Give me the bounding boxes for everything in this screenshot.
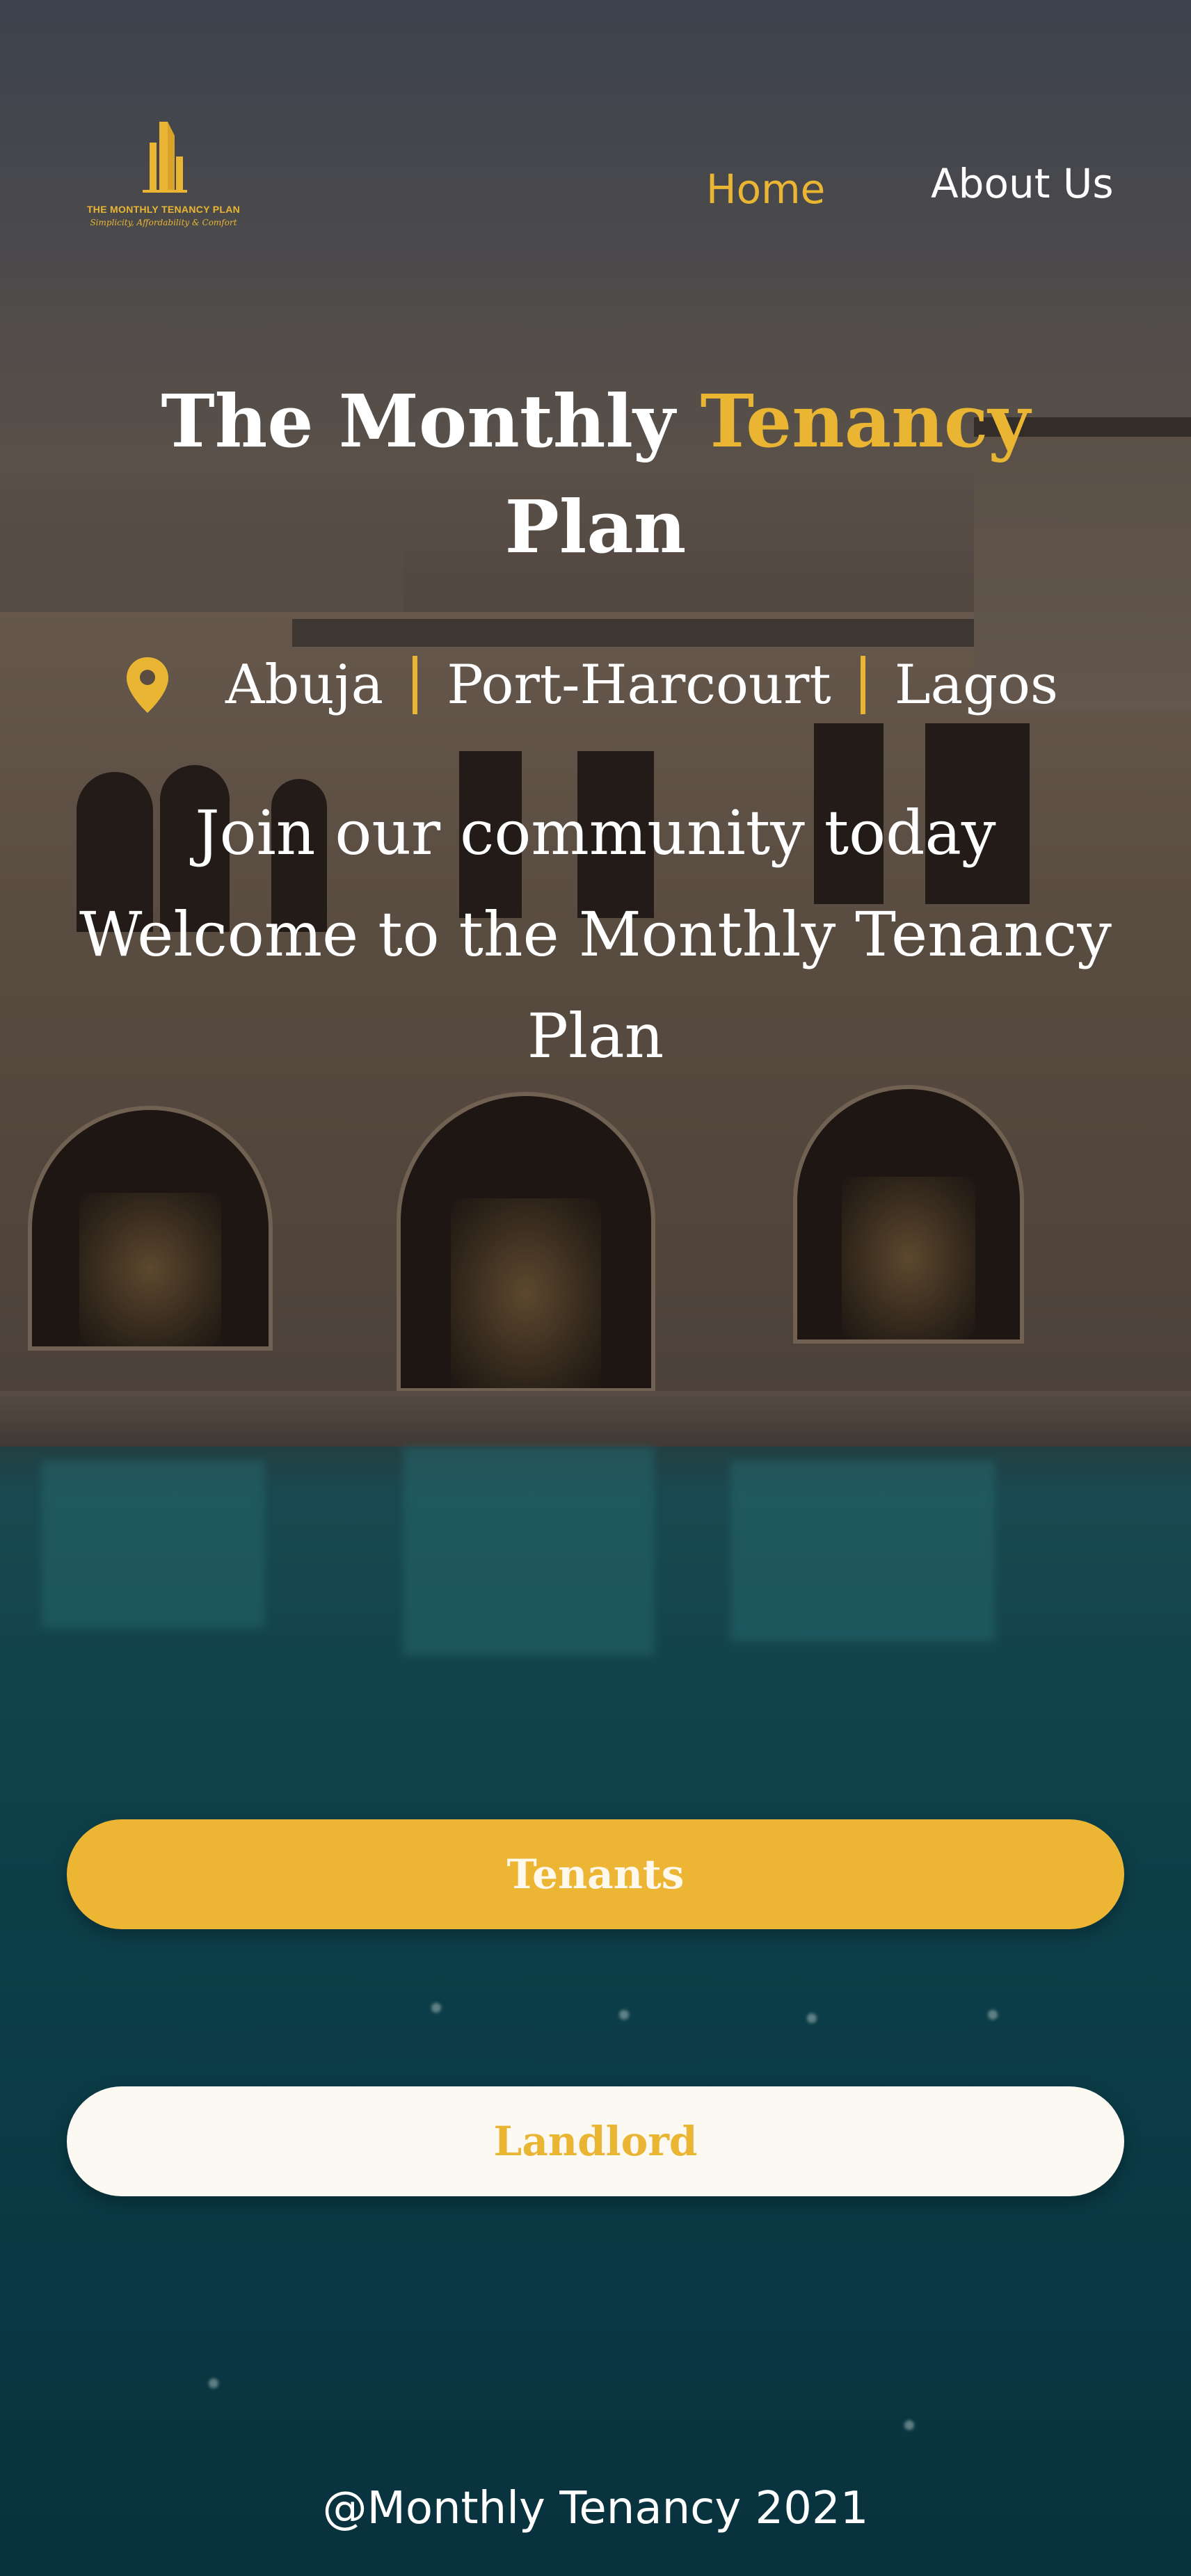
logo-title: THE MONTHLY TENANCY PLAN (86, 204, 241, 215)
title-part-2: Plan (504, 484, 687, 570)
logo-tagline: Simplicity, Affordability & Comfort (90, 218, 237, 227)
tenants-button[interactable]: Tenants (67, 1819, 1124, 1929)
location-abuja: Abuja (225, 654, 384, 716)
location-port-harcourt: Port-Harcourt (447, 654, 831, 716)
title-accent: Tenancy (700, 378, 1030, 464)
tagline-line-2: Welcome to the Monthly Tenancy (79, 899, 1112, 970)
welcome-message: Join our community today Welcome to the … (0, 782, 1191, 1087)
landlord-button[interactable]: Landlord (67, 2086, 1124, 2196)
building-logo-icon (143, 122, 187, 193)
footer-copyright: @Monthly Tenancy 2021 (322, 2483, 869, 2534)
location-pin-icon (125, 656, 170, 714)
location-separator (860, 656, 865, 714)
tagline-line-1: Join our community today (195, 797, 996, 869)
title-part-1: The Monthly (161, 378, 701, 464)
location-lagos: Lagos (894, 654, 1058, 716)
tagline-line-3: Plan (527, 1000, 664, 1072)
site-logo[interactable]: THE MONTHLY TENANCY PLAN Simplicity, Aff… (70, 115, 257, 254)
nav-home-link[interactable]: Home (706, 166, 825, 213)
page-title: The Monthly Tenancy Plan (0, 369, 1191, 580)
location-separator (413, 656, 418, 714)
locations-list: Abuja Port-Harcourt Lagos (125, 647, 1058, 723)
nav-about-link[interactable]: About Us (931, 160, 1114, 207)
